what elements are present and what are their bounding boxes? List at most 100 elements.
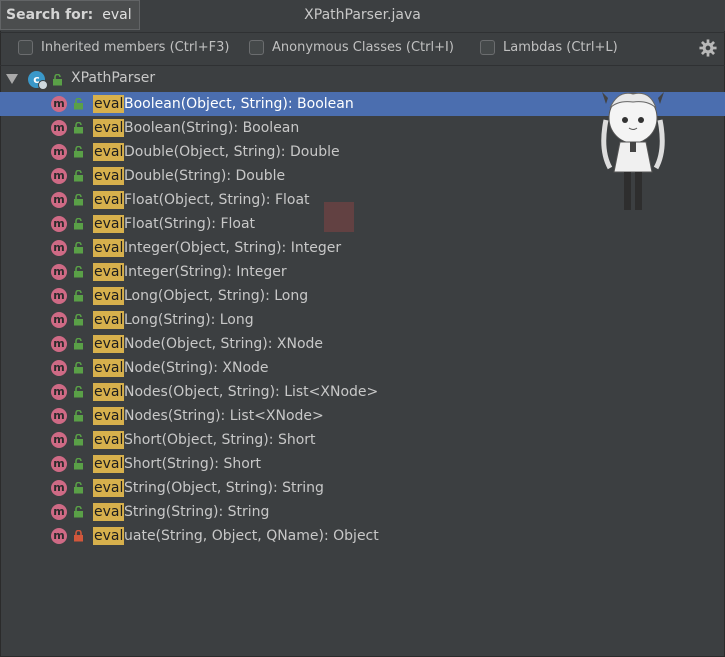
inherited-members-label: Inherited members (Ctrl+F3) bbox=[41, 40, 230, 55]
method-signature: Double(String): Double bbox=[124, 168, 286, 184]
method-signature: Nodes(String): List<XNode> bbox=[124, 408, 324, 424]
search-match-highlight: eval bbox=[93, 479, 125, 497]
unlocked-icon bbox=[74, 338, 83, 350]
method-icon: m bbox=[51, 120, 67, 136]
method-icon: m bbox=[51, 432, 67, 448]
method-signature: Long(String): Long bbox=[124, 312, 254, 328]
search-match-highlight: eval bbox=[93, 503, 125, 521]
unlocked-icon bbox=[74, 122, 83, 134]
method-signature: Boolean(String): Boolean bbox=[124, 120, 300, 136]
tree-item-method[interactable]: m eval uate(String, Object, QName): Object bbox=[0, 524, 725, 548]
lambdas-label: Lambdas (Ctrl+L) bbox=[503, 40, 618, 55]
unlocked-icon bbox=[74, 482, 83, 494]
search-match-highlight: eval bbox=[93, 119, 125, 137]
method-signature: Nodes(Object, String): List<XNode> bbox=[124, 384, 379, 400]
method-signature: uate(String, Object, QName): Object bbox=[124, 528, 379, 544]
locked-icon bbox=[74, 530, 83, 542]
search-match-highlight: eval bbox=[93, 431, 125, 449]
search-match-highlight: eval bbox=[93, 407, 125, 425]
tree-item-method[interactable]: m eval Float(String): Float bbox=[0, 212, 725, 236]
method-icon: m bbox=[51, 168, 67, 184]
tree-item-method[interactable]: m eval Short(Object, String): Short bbox=[0, 428, 725, 452]
method-icon: m bbox=[51, 96, 67, 112]
method-icon: m bbox=[51, 528, 67, 544]
search-input[interactable]: eval bbox=[102, 7, 131, 23]
tree-item-method[interactable]: m eval String(Object, String): String bbox=[0, 476, 725, 500]
method-icon: m bbox=[51, 336, 67, 352]
search-match-highlight: eval bbox=[93, 383, 125, 401]
search-watermark-icon bbox=[324, 202, 354, 232]
search-match-highlight: eval bbox=[93, 455, 125, 473]
inherited-members-option[interactable]: Inherited members (Ctrl+F3) bbox=[18, 40, 230, 55]
method-icon: m bbox=[51, 312, 67, 328]
popup-title-bar: XPathParser.java Search for: eval bbox=[0, 0, 725, 31]
anonymous-classes-checkbox[interactable] bbox=[249, 40, 264, 55]
search-match-highlight: eval bbox=[93, 167, 125, 185]
method-icon: m bbox=[51, 480, 67, 496]
tree-root-row[interactable]: c XPathParser bbox=[0, 68, 725, 92]
tree-item-method[interactable]: m eval Node(String): XNode bbox=[0, 356, 725, 380]
method-icon: m bbox=[51, 456, 67, 472]
method-signature: Short(String): Short bbox=[124, 456, 262, 472]
search-match-highlight: eval bbox=[93, 287, 125, 305]
unlocked-icon bbox=[74, 266, 83, 278]
inherited-members-checkbox[interactable] bbox=[18, 40, 33, 55]
unlocked-icon bbox=[74, 434, 83, 446]
tree-item-method[interactable]: m eval Node(Object, String): XNode bbox=[0, 332, 725, 356]
tree-item-method[interactable]: m eval Integer(String): Integer bbox=[0, 260, 725, 284]
tree-item-method[interactable]: m eval Integer(Object, String): Integer bbox=[0, 236, 725, 260]
method-icon: m bbox=[51, 360, 67, 376]
tree-item-method[interactable]: m eval Long(String): Long bbox=[0, 308, 725, 332]
class-modifier-icon bbox=[38, 80, 48, 90]
search-match-highlight: eval bbox=[93, 191, 125, 209]
method-signature: Long(Object, String): Long bbox=[124, 288, 309, 304]
method-signature: Short(Object, String): Short bbox=[124, 432, 316, 448]
unlocked-icon bbox=[74, 218, 83, 230]
search-match-highlight: eval bbox=[93, 143, 125, 161]
unlocked-icon bbox=[74, 146, 83, 158]
method-signature: Node(String): XNode bbox=[124, 360, 269, 376]
search-field[interactable]: Search for: eval bbox=[0, 0, 140, 30]
method-signature: Double(Object, String): Double bbox=[124, 144, 340, 160]
unlocked-icon bbox=[74, 194, 83, 206]
method-icon: m bbox=[51, 264, 67, 280]
method-icon: m bbox=[51, 192, 67, 208]
method-signature: String(Object, String): String bbox=[124, 480, 324, 496]
lambdas-option[interactable]: Lambdas (Ctrl+L) bbox=[480, 40, 618, 55]
triangle-down-icon[interactable] bbox=[6, 74, 18, 84]
tree-item-method[interactable]: m eval Nodes(String): List<XNode> bbox=[0, 404, 725, 428]
method-signature: Boolean(Object, String): Boolean bbox=[124, 96, 354, 112]
method-icon: m bbox=[51, 144, 67, 160]
unlocked-icon bbox=[74, 170, 83, 182]
gear-icon[interactable] bbox=[699, 39, 717, 57]
tree-root-label: XPathParser bbox=[71, 70, 156, 86]
unlocked-icon bbox=[53, 74, 62, 86]
filter-options-bar: Inherited members (Ctrl+F3) Anonymous Cl… bbox=[0, 32, 725, 66]
tree-item-method[interactable]: m eval Nodes(Object, String): List<XNode> bbox=[0, 380, 725, 404]
unlocked-icon bbox=[74, 386, 83, 398]
tree-item-method[interactable]: m eval String(String): String bbox=[0, 500, 725, 524]
method-icon: m bbox=[51, 504, 67, 520]
method-icon: m bbox=[51, 216, 67, 232]
method-icon: m bbox=[51, 288, 67, 304]
search-match-highlight: eval bbox=[93, 527, 125, 545]
method-signature: Node(Object, String): XNode bbox=[124, 336, 324, 352]
tree-item-method[interactable]: m eval Long(Object, String): Long bbox=[0, 284, 725, 308]
method-signature: String(String): String bbox=[124, 504, 270, 520]
method-icon: m bbox=[51, 384, 67, 400]
unlocked-icon bbox=[74, 506, 83, 518]
tree-item-method[interactable]: m eval Short(String): Short bbox=[0, 452, 725, 476]
search-match-highlight: eval bbox=[93, 95, 125, 113]
lambdas-checkbox[interactable] bbox=[480, 40, 495, 55]
unlocked-icon bbox=[74, 98, 83, 110]
unlocked-icon bbox=[74, 290, 83, 302]
unlocked-icon bbox=[74, 362, 83, 374]
method-signature: Float(String): Float bbox=[124, 216, 256, 232]
search-match-highlight: eval bbox=[93, 359, 125, 377]
search-match-highlight: eval bbox=[93, 263, 125, 281]
anonymous-classes-option[interactable]: Anonymous Classes (Ctrl+I) bbox=[249, 40, 454, 55]
method-icon: m bbox=[51, 408, 67, 424]
search-match-highlight: eval bbox=[93, 311, 125, 329]
unlocked-icon bbox=[74, 410, 83, 422]
search-label: Search for: bbox=[6, 7, 94, 23]
